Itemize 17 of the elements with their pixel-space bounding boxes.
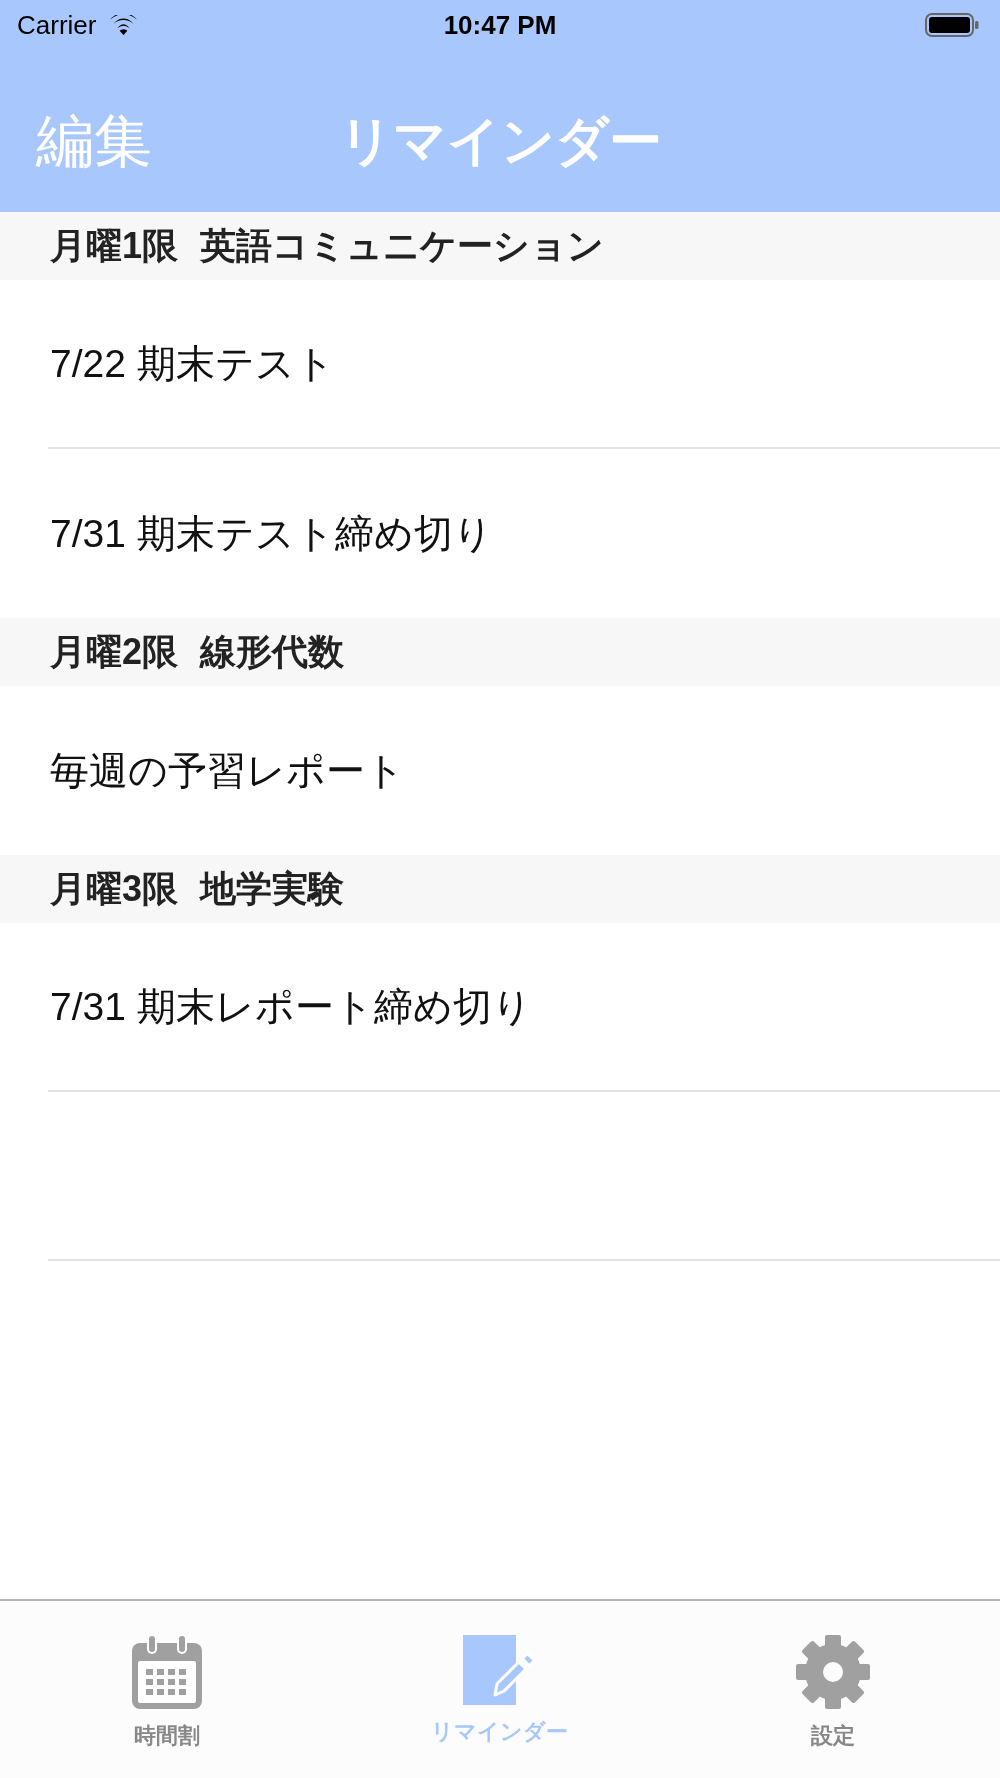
reminder-item[interactable]: 7/31 期末テスト締め切り bbox=[48, 514, 493, 553]
course-title: 地学実験 bbox=[200, 871, 345, 907]
gear-icon bbox=[796, 1635, 871, 1709]
period-label: 月曜3限 bbox=[50, 871, 179, 907]
battery-icon bbox=[925, 13, 979, 37]
reminder-item[interactable]: 毎週の予習レポート bbox=[48, 751, 405, 790]
calendar-icon bbox=[131, 1635, 202, 1709]
reminder-item[interactable]: 7/31 期末レポート締め切り bbox=[48, 987, 532, 1026]
wifi-icon bbox=[110, 15, 138, 35]
carrier-name: Carrier bbox=[17, 12, 97, 38]
screen-title: リマインダー bbox=[338, 114, 662, 168]
course-title: 英語コミュニケーション bbox=[200, 228, 605, 264]
period-label: 月曜2限 bbox=[50, 634, 179, 670]
reminder-item[interactable]: 7/22 期末テスト bbox=[48, 344, 335, 383]
period-label: 月曜1限 bbox=[50, 228, 179, 264]
status-time: 10:47 PM bbox=[443, 12, 557, 38]
course-title: 線形代数 bbox=[200, 634, 345, 670]
